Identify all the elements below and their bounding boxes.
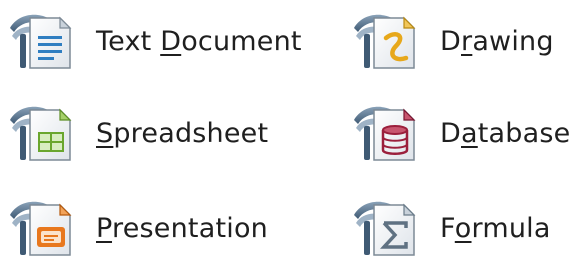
mnemonic-letter: S — [96, 118, 114, 149]
database-label: Database — [440, 118, 571, 149]
drawing-icon — [352, 8, 424, 72]
formula-icon — [352, 195, 424, 259]
text-document-icon — [8, 8, 80, 72]
mnemonic-letter: r — [461, 26, 473, 57]
presentation-icon — [8, 195, 80, 259]
mnemonic-letter: D — [160, 26, 182, 57]
start-center-launcher: Text Document Drawing Spreadsheet Databa… — [0, 0, 580, 264]
mnemonic-letter: o — [454, 213, 472, 244]
database-icon — [352, 100, 424, 164]
drawing-label: Drawing — [440, 26, 554, 57]
spreadsheet-icon — [8, 100, 80, 164]
spreadsheet-label: Spreadsheet — [96, 118, 269, 149]
formula-label: Formula — [440, 213, 551, 244]
text-document-label: Text Document — [96, 26, 302, 57]
mnemonic-letter: a — [461, 118, 478, 149]
mnemonic-letter: P — [96, 213, 113, 244]
presentation-label: Presentation — [96, 213, 268, 244]
